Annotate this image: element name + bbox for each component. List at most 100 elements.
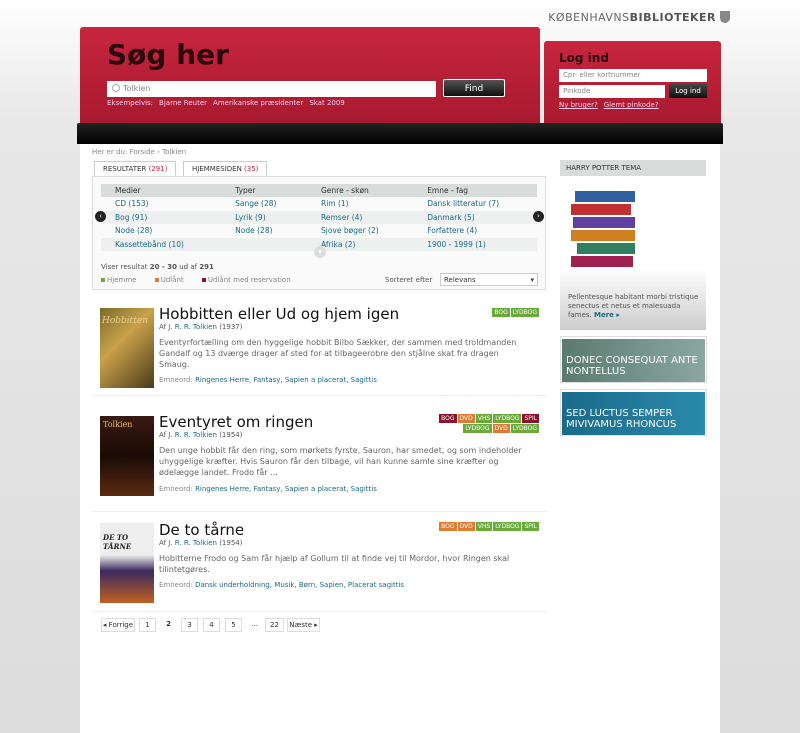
search-examples: Eksempelvis: Bjarne Reuter Amerikanske præ…: [107, 99, 351, 107]
sidebar-heading: HARRY POTTER TEMA: [560, 160, 706, 176]
media-badge[interactable]: VHS: [475, 414, 493, 423]
author-prefix: Af: [159, 323, 167, 331]
media-badges: BOG LYDBOG: [491, 308, 539, 318]
tab-label: RESULTATER: [103, 165, 147, 173]
facet-link[interactable]: Node (28): [101, 224, 221, 238]
forgot-pin-link[interactable]: Glemt pinkode?: [604, 101, 659, 109]
result-description: Den unge hobbit får den ring, som mørket…: [159, 446, 522, 477]
media-badge[interactable]: LYDBOG: [463, 424, 492, 433]
tags-links[interactable]: Ringenes Herre, Fantasy, Sapien a placer…: [195, 376, 377, 384]
media-badge[interactable]: SPIL: [522, 414, 539, 423]
facet-link[interactable]: [221, 237, 307, 251]
result-count: Viser resultat 20 - 30 ud af 291: [101, 263, 214, 271]
brand-logo[interactable]: KØBENHAVNSBIBLIOTEKER: [548, 11, 730, 24]
chevron-down-icon[interactable]: ▾: [314, 246, 326, 258]
book-cover[interactable]: DE TO TÅRNE: [100, 523, 154, 603]
brand-suffix: BIBLIOTEKER: [629, 11, 716, 24]
result-count-of: ud af: [179, 263, 198, 271]
legend-label: Udlånt: [160, 276, 184, 284]
new-user-link[interactable]: Ny bruger?: [559, 101, 598, 109]
result-title[interactable]: Eventyret om ringen: [159, 413, 313, 431]
facet-link[interactable]: Sange (28): [221, 197, 307, 211]
tab-homepage[interactable]: HJEMMESIDEN (35): [183, 161, 268, 176]
facet-link[interactable]: 1900 - 1999 (1): [413, 237, 537, 251]
author-prefix: Af: [159, 539, 167, 547]
page-link[interactable]: 5: [225, 618, 242, 632]
media-badge[interactable]: LYDBOG: [510, 308, 539, 317]
login-button[interactable]: Log ind: [669, 84, 707, 98]
sort-select[interactable]: Relevans: [440, 273, 538, 286]
result-total: 291: [199, 263, 214, 271]
search-title: Søg her: [107, 38, 229, 71]
media-badges: BOG DVD VHS LYDBOG SPIL: [438, 522, 539, 532]
chevron-left-icon[interactable]: ‹: [95, 211, 106, 222]
tags-links[interactable]: Ringenes Herre, Fantasy, Sapien a placer…: [195, 485, 377, 493]
book-stack-image: [570, 190, 636, 278]
media-badge[interactable]: SPIL: [522, 522, 539, 531]
more-link[interactable]: Mere ▸: [594, 311, 620, 319]
result-tags: Emneord: Ringenes Herre, Fantasy, Sapien…: [159, 485, 377, 493]
chevron-right-icon[interactable]: ›: [533, 211, 544, 222]
tags-links[interactable]: Dansk underholdning, Musik, Børn, Sapien…: [195, 581, 404, 589]
result-author: Af J. R. R. Tolkien (1937): [159, 323, 242, 331]
page-link[interactable]: 3: [181, 618, 198, 632]
facet-link[interactable]: Remser (4): [307, 210, 414, 224]
media-badge[interactable]: VHS: [475, 522, 493, 531]
facet-link[interactable]: Danmark (5): [413, 210, 537, 224]
example-link[interactable]: Skat 2009: [309, 99, 344, 107]
author-link[interactable]: J. R. R. Tolkien: [168, 539, 217, 547]
facet-link[interactable]: Dansk litteratur (7): [413, 197, 537, 211]
facet-link[interactable]: Bog (91): [101, 210, 222, 224]
result-description: Hobitterne Frodo og Sam får hjælp af Gol…: [159, 554, 510, 574]
facet-link[interactable]: Forfattere (4): [413, 224, 537, 238]
facet-link[interactable]: CD (153): [101, 197, 221, 211]
status-square-icon: [101, 278, 105, 282]
facet-link[interactable]: Node (28): [221, 224, 307, 238]
page-link[interactable]: 1: [139, 618, 156, 632]
badge-row: LYDBOG DVD LYDBOG: [438, 424, 539, 434]
result-title[interactable]: De to tårne: [159, 521, 244, 539]
media-badge[interactable]: BOG: [492, 308, 510, 317]
book-cover[interactable]: Tolkien: [100, 416, 154, 496]
result-item: Tolkien Eventyret om ringen Af J. R. R. …: [92, 404, 547, 512]
search-input[interactable]: Tolkien: [107, 81, 436, 97]
tags-label: Emneord:: [159, 485, 193, 493]
next-page-button[interactable]: Næste ▸: [287, 618, 320, 632]
legend-label: Udlånt med reservation: [207, 276, 291, 284]
find-button[interactable]: Find: [443, 79, 505, 97]
book-cover[interactable]: Hobbitten: [100, 308, 154, 388]
promo-description: Pellentesque habitant morbi tristique se…: [568, 293, 699, 319]
facet-link[interactable]: Kassettebånd (10): [101, 237, 222, 251]
tab-results[interactable]: RESULTATER (291): [94, 161, 177, 176]
page-link[interactable]: 22: [265, 618, 284, 632]
example-link[interactable]: Amerikanske præsidenter: [213, 99, 303, 107]
media-badge[interactable]: LYDBOG: [493, 522, 522, 531]
facet-link[interactable]: Lyrik (9): [221, 210, 307, 224]
facet-link[interactable]: Rim (1): [307, 197, 413, 211]
facet-header: Medier: [101, 184, 222, 197]
facet-link[interactable]: Sjove bøger (2): [307, 224, 413, 238]
tags-label: Emneord:: [159, 376, 193, 384]
author-prefix: Af: [159, 431, 167, 439]
availability-legend: Hjemme Udlånt Udlånt med reservation: [101, 276, 307, 284]
author-link[interactable]: J. R. R. Tolkien: [168, 323, 217, 331]
media-badge[interactable]: BOG: [439, 522, 457, 531]
media-badge[interactable]: LYDBOG: [493, 414, 522, 423]
promo-banner[interactable]: DONEC CONSEQUAT ANTE NONTELLUS: [562, 339, 705, 382]
media-badge[interactable]: BOG: [439, 414, 457, 423]
media-badge[interactable]: DVD: [457, 522, 475, 531]
card-number-field[interactable]: Cpr- eller kortnummer: [559, 69, 707, 82]
media-badge[interactable]: DVD: [492, 424, 510, 433]
example-link[interactable]: Bjarne Reuter: [159, 99, 207, 107]
search-icon: [112, 84, 120, 92]
status-square-icon: [154, 278, 159, 282]
media-badge[interactable]: LYDBOG: [510, 424, 539, 433]
result-title[interactable]: Hobbitten eller Ud og hjem igen: [159, 305, 399, 323]
author-link[interactable]: J. R. R. Tolkien: [168, 431, 217, 439]
prev-page-button[interactable]: ◂ Forrige: [101, 618, 135, 632]
media-badge[interactable]: DVD: [457, 414, 475, 423]
badge-row: BOG DVD VHS LYDBOG SPIL: [438, 522, 539, 532]
page-link[interactable]: 4: [203, 618, 220, 632]
pin-field[interactable]: Pinkode: [559, 85, 665, 98]
promo-banner[interactable]: SED LUCTUS SEMPER MIVIVAMUS RHONCUS: [562, 392, 705, 435]
